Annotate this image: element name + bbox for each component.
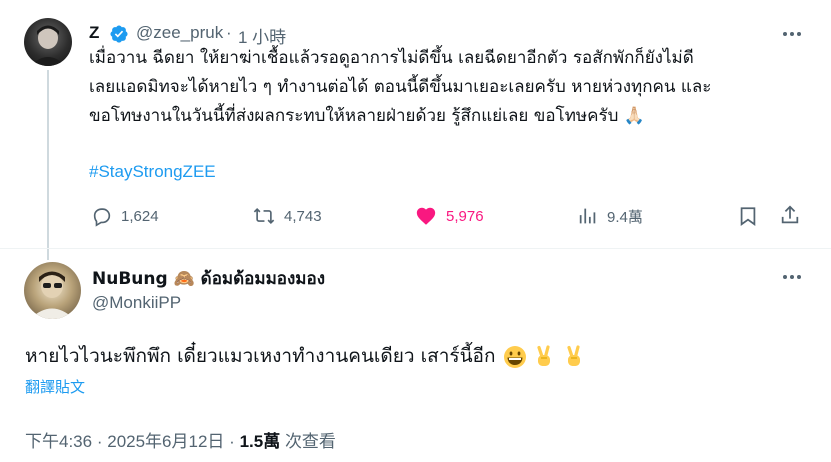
post-date[interactable]: 2025年6月12日: [107, 432, 224, 451]
share-icon: [779, 204, 801, 226]
share-button[interactable]: [779, 204, 801, 226]
reply-author-handle[interactable]: @MonkiiPP: [92, 293, 181, 313]
hashtag-link[interactable]: #StayStrongZEE: [89, 162, 216, 182]
more-dot-icon: [783, 32, 787, 36]
thread-connector-line: [47, 70, 49, 260]
victory-hand-icon: [533, 345, 555, 367]
more-options-button[interactable]: [778, 24, 806, 44]
reply-body: หายไวไวนะพึกพึก เดี๋ยวแมวเหงาทำงานคนเดีย…: [25, 341, 585, 371]
reply-button[interactable]: 1,624: [91, 205, 159, 227]
tweet-text-line: เลยแอดมิทจะได้หายไว ๆ ทำงานต่อได้ ตอนนี้…: [89, 77, 712, 97]
views-count: 9.4萬: [607, 208, 643, 226]
repost-icon: [252, 205, 276, 227]
meta-separator: ·: [96, 432, 103, 451]
victory-hand-icon: [563, 345, 585, 367]
reply-more-options-button[interactable]: [778, 267, 806, 287]
author-avatar[interactable]: [24, 18, 72, 66]
tweet-text-line: ขอโทษงานในวันนี้ที่ส่งผลกระทบให้หลายฝ่าย…: [89, 106, 645, 126]
post-views-label: 次查看: [284, 432, 336, 451]
heart-filled-icon: [414, 205, 438, 227]
time-separator: ·: [226, 23, 232, 42]
reply-author-name[interactable]: NuBung 🙈 ด้อมด้อมมองมอง: [92, 265, 325, 292]
reply-icon: [91, 205, 113, 227]
more-dot-icon: [790, 32, 794, 36]
reply-author-avatar[interactable]: [24, 262, 81, 319]
bookmark-icon: [737, 205, 759, 227]
bar-chart-icon: [577, 205, 599, 227]
post-metadata: 下午4:36 · 2025年6月12日 · 1.5萬 次查看: [25, 427, 336, 452]
repost-button[interactable]: 4,743: [252, 205, 322, 227]
reply-count: 1,624: [121, 207, 159, 225]
repost-count: 4,743: [284, 207, 322, 225]
tweet-text-line: เมื่อวาน ฉีดยา ให้ยาฆ่าเชื้อแล้วรอดูอากา…: [89, 48, 694, 68]
meta-separator: ·: [229, 432, 235, 451]
more-dot-icon: [790, 275, 794, 279]
author-handle[interactable]: @zee_pruk: [136, 23, 223, 43]
more-dot-icon: [797, 275, 801, 279]
views-button[interactable]: 9.4萬: [577, 205, 643, 227]
verified-badge-icon: [109, 24, 129, 44]
translate-post-link[interactable]: 翻譯貼文: [25, 376, 85, 397]
post-time[interactable]: 下午4:36: [25, 432, 92, 451]
more-dot-icon: [783, 275, 787, 279]
tweet-body: เมื่อวาน ฉีดยา ให้ยาฆ่าเชื้อแล้วรอดูอากา…: [89, 44, 711, 131]
author-name[interactable]: Z: [89, 23, 99, 43]
more-dot-icon: [797, 32, 801, 36]
reply-text: หายไวไวนะพึกพึก เดี๋ยวแมวเหงาทำงานคนเดีย…: [25, 345, 496, 367]
like-count: 5,976: [446, 207, 484, 225]
grinning-face-icon: [503, 345, 527, 368]
bookmark-button[interactable]: [737, 205, 759, 227]
section-divider: [0, 248, 831, 249]
like-button[interactable]: 5,976: [414, 205, 484, 227]
post-views-count: 1.5萬: [239, 432, 281, 451]
